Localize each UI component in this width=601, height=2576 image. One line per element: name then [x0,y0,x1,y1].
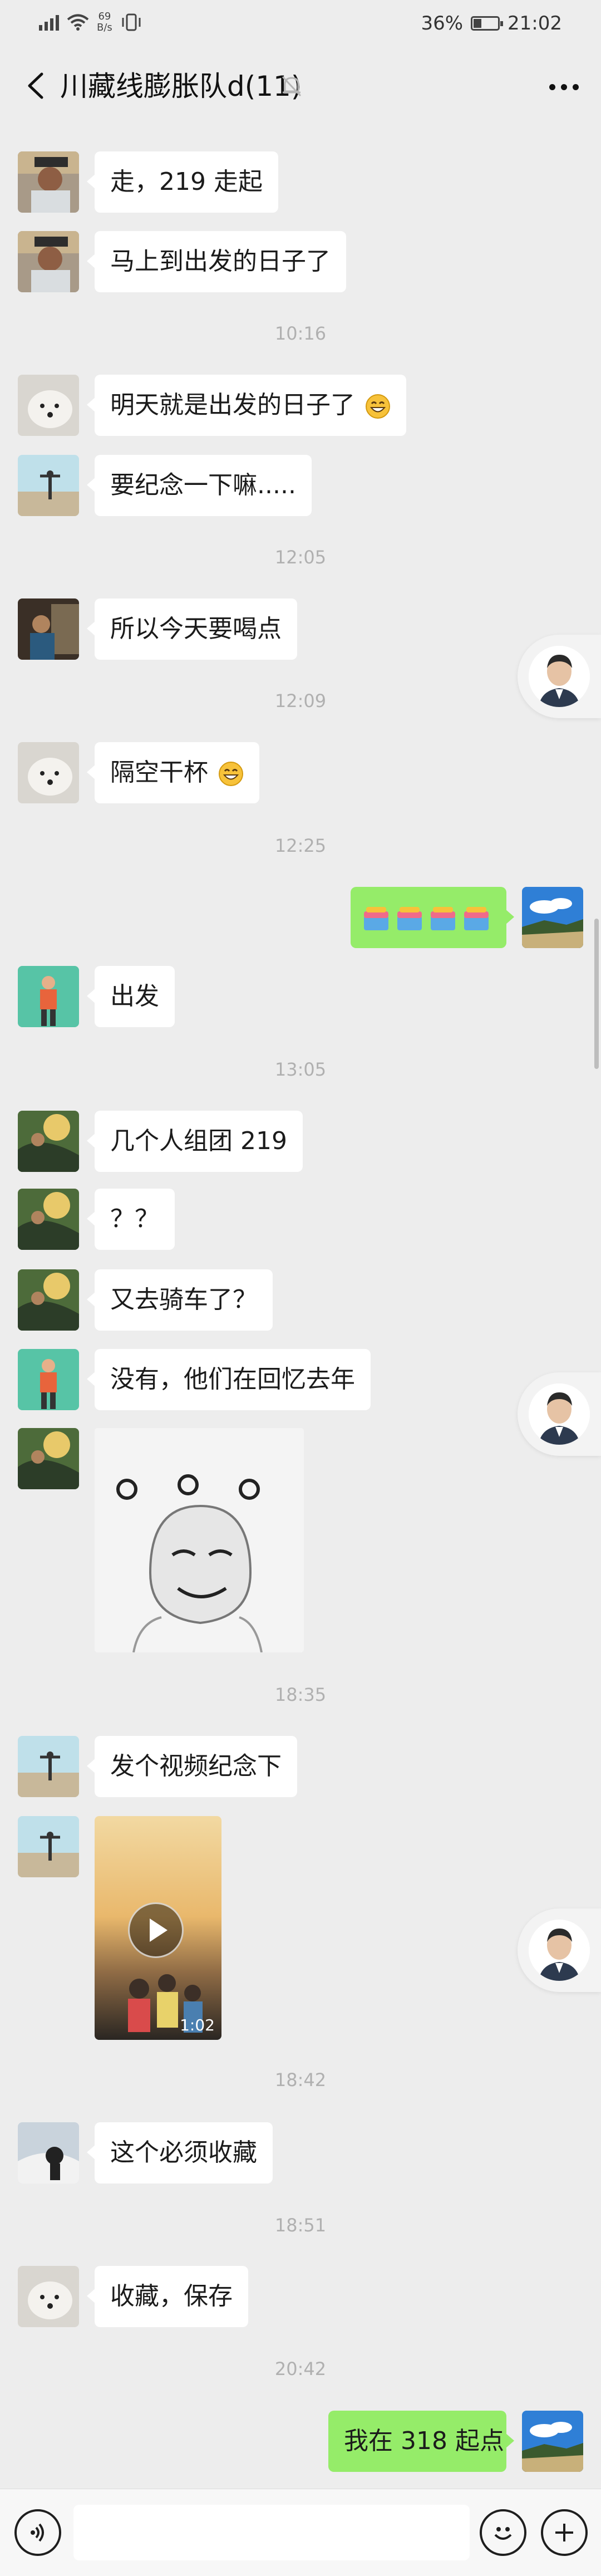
avatar[interactable] [18,1189,79,1250]
my-message-bubble[interactable]: 我在 318 起点 [328,2411,514,2472]
message-input[interactable] [73,2505,470,2560]
emoji-button[interactable] [480,2509,526,2556]
video-message[interactable]: 1:02 [95,1816,221,2040]
message-bubble[interactable]: ？？ [87,1189,175,1250]
timestamp: 18:51 [274,2215,327,2236]
avatar[interactable] [18,1428,79,1489]
smiley-icon [494,2527,512,2540]
message-bubble[interactable]: 要纪念一下嘛..... [87,455,312,516]
my-avatar[interactable] [522,887,583,948]
grin-emoji-icon [366,394,390,419]
floating-avatar[interactable] [518,1908,601,1992]
avatar[interactable] [18,1349,79,1410]
message-bubble[interactable]: 这个必须收藏 [87,2122,273,2184]
scrollbar-thumb[interactable] [594,919,599,1069]
timestamp: 12:05 [274,547,327,568]
avatar[interactable] [18,742,79,803]
plus-button[interactable] [541,2509,588,2556]
message-bubble[interactable]: 发个视频纪念下 [87,1736,297,1797]
play-icon[interactable] [128,1902,184,1958]
timestamp: 10:16 [274,323,327,344]
avatar[interactable] [18,1269,79,1331]
message-bubble[interactable]: 收藏，保存 [87,2266,248,2327]
grin-emoji-icon [219,762,243,786]
timestamp: 18:42 [274,2069,327,2091]
avatar[interactable] [18,1736,79,1797]
avatar[interactable] [18,455,79,516]
message-bubble[interactable]: 马上到出发的日子了 [87,231,346,292]
avatar[interactable] [18,2122,79,2184]
meme-face-sticker[interactable] [95,1428,304,1652]
floating-avatar[interactable] [518,1372,601,1456]
message-bubble[interactable]: 没有，他们在回忆去年 [87,1349,371,1410]
input-bar [0,2489,601,2576]
avatar[interactable] [18,1816,79,1877]
message-bubble[interactable]: 几个人组团 219 [87,1111,303,1172]
message-bubble[interactable]: 出发 [87,966,175,1027]
message-bubble[interactable]: 隔空干杯 [87,742,259,803]
avatar[interactable] [18,375,79,436]
video-duration: 1:02 [180,2016,215,2034]
avatar[interactable] [18,231,79,292]
timestamp: 20:42 [274,2358,327,2379]
avatar[interactable] [18,151,79,213]
plus-icon [555,2524,573,2541]
voice-icon [31,2523,44,2542]
avatar[interactable] [18,598,79,660]
voice-button[interactable] [14,2509,61,2556]
timestamp: 18:35 [274,1684,327,1705]
message-bubble[interactable]: 所以今天要喝点 [87,598,297,660]
message-bubble[interactable]: 走，219 走起 [87,151,278,213]
cake-emoji-icon [364,907,489,930]
my-message-bubble[interactable] [351,887,514,948]
avatar[interactable] [18,2266,79,2327]
message-bubble[interactable]: 明天就是出发的日子了 [87,375,406,436]
message-bubble[interactable]: 又去骑车了？ [87,1269,273,1331]
timestamp: 12:25 [274,835,327,856]
message-list[interactable]: 走，219 走起 马上到出发的日子了 10:16 明天就是出发的日子了 要纪念一… [0,0,601,2489]
timestamp: 13:05 [274,1059,327,1080]
avatar[interactable] [18,1111,79,1172]
timestamp: 12:09 [274,690,327,712]
avatar[interactable] [18,966,79,1027]
my-avatar[interactable] [522,2411,583,2472]
